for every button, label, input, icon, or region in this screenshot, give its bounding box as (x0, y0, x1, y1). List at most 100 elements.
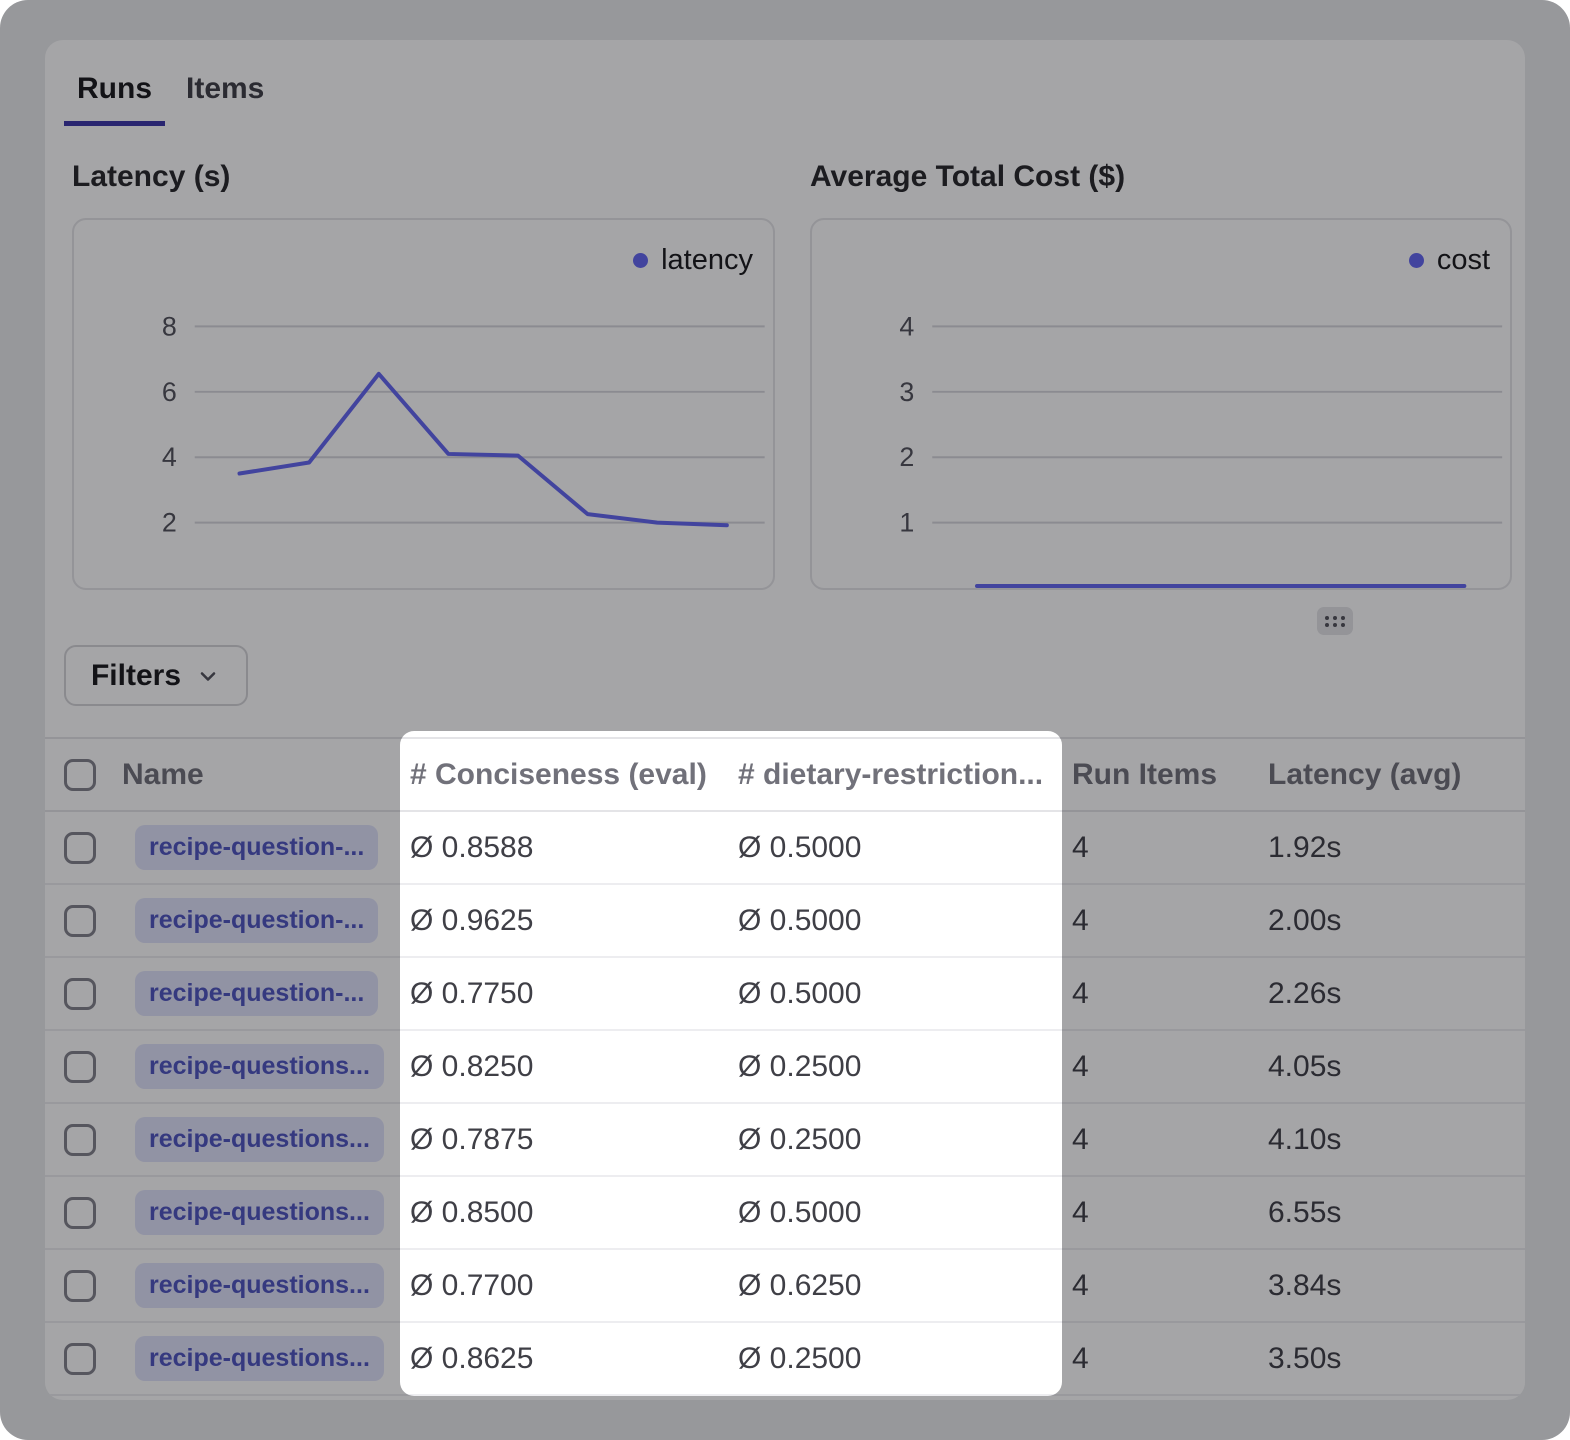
select-all-checkbox[interactable] (64, 759, 96, 791)
svg-text:8: 8 (162, 311, 177, 341)
runs-panel-card: Runs Items Latency (s) Average Total Cos… (45, 40, 1525, 1400)
row-checkbox-cell (45, 1343, 122, 1375)
resize-drag-handle[interactable] (1317, 607, 1353, 635)
latency-avg-cell: 2.26s (1268, 977, 1525, 1011)
row-checkbox-cell (45, 905, 122, 937)
run-items-cell: 4 (1072, 977, 1268, 1011)
conciseness-score-cell: Ø 0.7700 (410, 1269, 738, 1303)
svg-text:2: 2 (899, 442, 914, 472)
svg-text:6: 6 (162, 377, 177, 407)
cost-legend: cost (1409, 244, 1490, 277)
row-checkbox[interactable] (64, 1197, 96, 1229)
run-items-cell: 4 (1072, 831, 1268, 865)
cost-legend-dot-icon (1409, 253, 1424, 268)
run-name-badge[interactable]: recipe-questions... (135, 1117, 384, 1162)
run-name-badge[interactable]: recipe-question-... (135, 971, 378, 1016)
run-name-badge[interactable]: recipe-questions... (135, 1190, 384, 1235)
select-all-cell (45, 759, 122, 791)
row-checkbox-cell (45, 1270, 122, 1302)
table-row[interactable]: recipe-questions...Ø 0.8625Ø 0.250043.50… (45, 1323, 1525, 1396)
table-row[interactable]: recipe-question-...Ø 0.8588Ø 0.500041.92… (45, 812, 1525, 885)
run-name-cell: recipe-questions... (122, 1044, 410, 1089)
table-row[interactable]: recipe-questions...Ø 0.8250Ø 0.250044.05… (45, 1031, 1525, 1104)
dietary-score-cell: Ø 0.2500 (738, 1123, 1072, 1157)
conciseness-score-cell: Ø 0.8625 (410, 1342, 738, 1376)
row-checkbox-cell (45, 1051, 122, 1083)
cost-legend-label: cost (1437, 244, 1490, 277)
table-row[interactable]: recipe-questions... Ø 0.7875Ø 0.250044.10… (45, 1104, 1525, 1177)
row-checkbox[interactable] (64, 1124, 96, 1156)
latency-legend: latency (633, 244, 753, 277)
row-checkbox-cell (45, 1124, 122, 1156)
svg-text:1: 1 (899, 508, 914, 538)
conciseness-score-cell: Ø 0.8250 (410, 1050, 738, 1084)
svg-text:3: 3 (899, 377, 914, 407)
row-checkbox[interactable] (64, 1270, 96, 1302)
run-name-badge[interactable]: recipe-questions... (135, 1263, 384, 1308)
grip-dots-icon (1322, 612, 1348, 630)
filters-button[interactable]: Filters (64, 645, 248, 706)
row-checkbox[interactable] (64, 905, 96, 937)
run-items-cell: 4 (1072, 1269, 1268, 1303)
dietary-score-cell: Ø 0.2500 (738, 1342, 1072, 1376)
cost-chart-title: Average Total Cost ($) (810, 160, 1125, 194)
app-stage: Runs Items Latency (s) Average Total Cos… (0, 0, 1570, 1440)
column-header-run-items[interactable]: Run Items (1072, 758, 1268, 792)
runs-table: Name # Conciseness (eval) # dietary-rest… (45, 737, 1525, 1396)
run-name-badge[interactable]: recipe-question-... (135, 898, 378, 943)
run-name-badge[interactable]: recipe-questions... (135, 1336, 384, 1381)
conciseness-score-cell: Ø 0.7750 (410, 977, 738, 1011)
column-header-name[interactable]: Name (122, 758, 410, 792)
column-header-latency[interactable]: Latency (avg) (1268, 758, 1525, 792)
run-name-badge[interactable]: recipe-questions... (135, 1044, 384, 1089)
latency-avg-cell: 6.55s (1268, 1196, 1525, 1230)
table-body: recipe-question-...Ø 0.8588Ø 0.500041.92… (45, 812, 1525, 1396)
run-name-cell: recipe-question-... (122, 825, 410, 870)
svg-text:2: 2 (162, 508, 177, 538)
conciseness-score-cell: Ø 0.8588 (410, 831, 738, 865)
row-checkbox[interactable] (64, 1051, 96, 1083)
table-row[interactable]: recipe-questions...Ø 0.7700Ø 0.625043.84… (45, 1250, 1525, 1323)
filters-button-label: Filters (91, 659, 181, 693)
dietary-score-cell: Ø 0.5000 (738, 831, 1072, 865)
dietary-score-cell: Ø 0.5000 (738, 1196, 1072, 1230)
column-header-dietary[interactable]: # dietary-restriction... (738, 758, 1072, 792)
dietary-score-cell: Ø 0.5000 (738, 977, 1072, 1011)
run-items-cell: 4 (1072, 1196, 1268, 1230)
run-name-cell: recipe-questions... (122, 1190, 410, 1235)
run-name-badge[interactable]: recipe-question-... (135, 825, 378, 870)
table-row[interactable]: recipe-question-... Ø 0.7750Ø 0.500042.26… (45, 958, 1525, 1031)
row-checkbox[interactable] (64, 1343, 96, 1375)
run-name-cell: recipe-questions... (122, 1263, 410, 1308)
latency-chart-title: Latency (s) (72, 160, 230, 194)
tab-bar: Runs Items (64, 72, 277, 126)
run-name-cell: recipe-questions... (122, 1117, 410, 1162)
latency-avg-cell: 3.50s (1268, 1342, 1525, 1376)
conciseness-score-cell: Ø 0.8500 (410, 1196, 738, 1230)
run-items-cell: 4 (1072, 1123, 1268, 1157)
tab-items[interactable]: Items (173, 72, 277, 126)
tab-runs[interactable]: Runs (64, 72, 165, 126)
svg-text:4: 4 (162, 442, 177, 472)
run-name-cell: recipe-question-... (122, 971, 410, 1016)
latency-legend-label: latency (661, 244, 753, 277)
table-row[interactable]: recipe-questions... Ø 0.8500Ø 0.500046.55… (45, 1177, 1525, 1250)
dietary-score-cell: Ø 0.5000 (738, 904, 1072, 938)
latency-legend-dot-icon (633, 253, 648, 268)
row-checkbox[interactable] (64, 978, 96, 1010)
latency-avg-cell: 4.10s (1268, 1123, 1525, 1157)
row-checkbox-cell (45, 978, 122, 1010)
run-name-cell: recipe-question-... (122, 898, 410, 943)
chevron-down-icon (195, 663, 221, 689)
column-header-conciseness[interactable]: # Conciseness (eval) (410, 758, 738, 792)
run-items-cell: 4 (1072, 1050, 1268, 1084)
conciseness-score-cell: Ø 0.9625 (410, 904, 738, 938)
run-items-cell: 4 (1072, 904, 1268, 938)
table-header-row: Name # Conciseness (eval) # dietary-rest… (45, 739, 1525, 812)
svg-text:4: 4 (899, 311, 914, 341)
latency-avg-cell: 3.84s (1268, 1269, 1525, 1303)
row-checkbox[interactable] (64, 832, 96, 864)
dietary-score-cell: Ø 0.2500 (738, 1050, 1072, 1084)
conciseness-score-cell: Ø 0.7875 (410, 1123, 738, 1157)
table-row[interactable]: recipe-question-...Ø 0.9625Ø 0.500042.00… (45, 885, 1525, 958)
